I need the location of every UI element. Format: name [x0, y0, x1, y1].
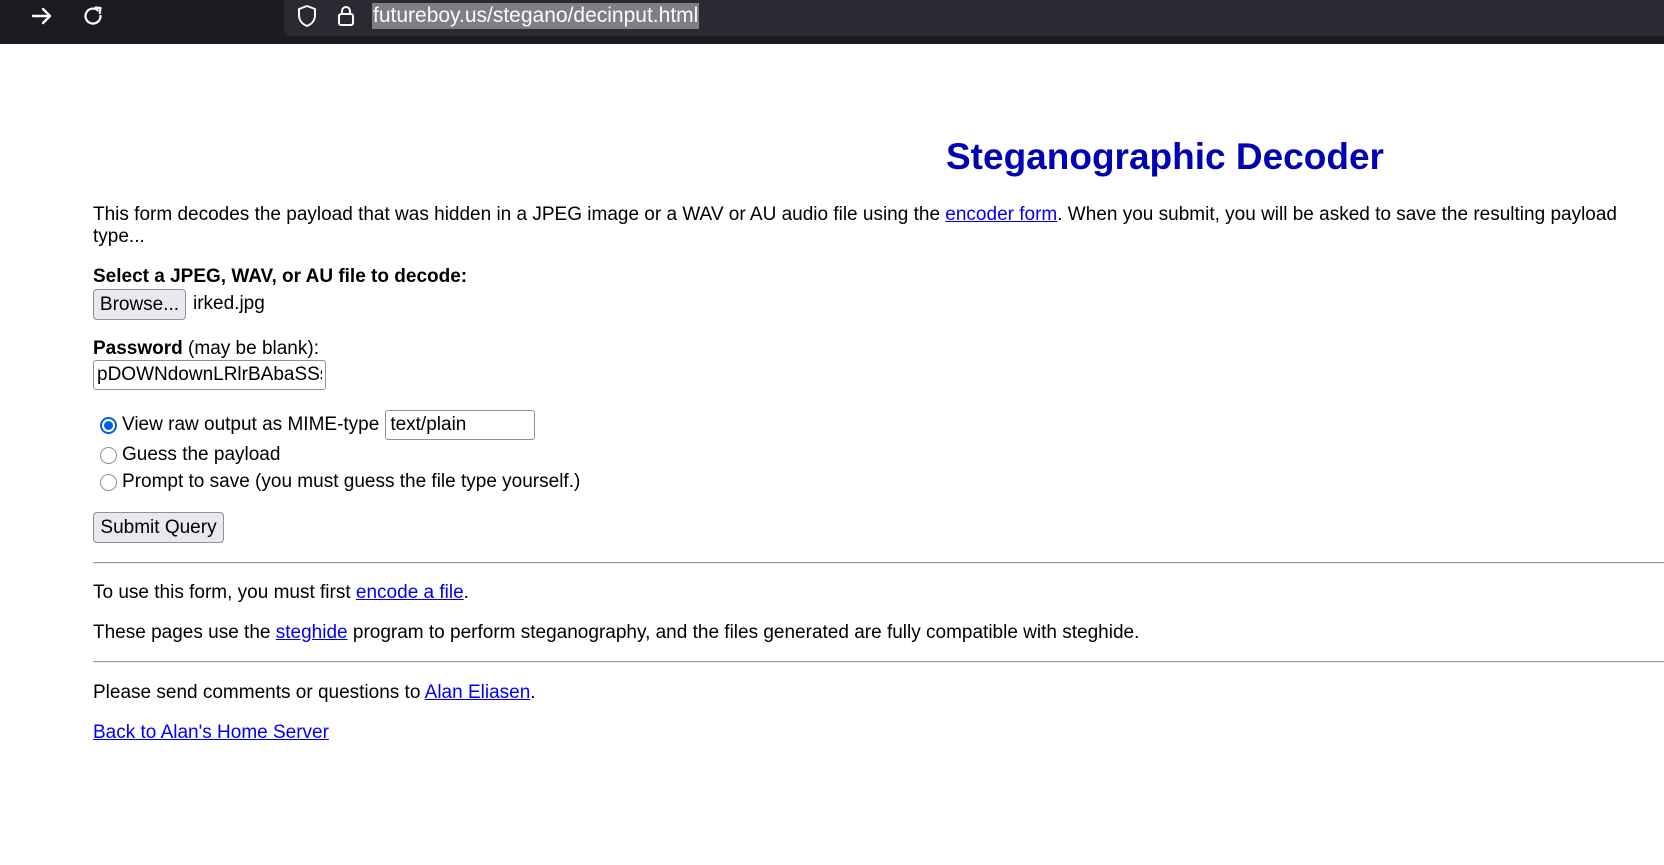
browse-button[interactable]: Browse... — [93, 289, 186, 320]
site-security-button[interactable] — [333, 2, 359, 30]
tracking-protection-button[interactable] — [294, 2, 320, 30]
submit-query-button[interactable]: Submit Query — [93, 512, 224, 543]
radio-prompt-save[interactable] — [100, 473, 117, 491]
contact-note-end: . — [530, 682, 536, 703]
intro-text-line2: type... — [93, 226, 145, 247]
encode-note-start: To use this form, you must first — [93, 582, 356, 603]
encode-note-end: . — [463, 582, 469, 603]
password-label: Password (may be blank): — [93, 338, 319, 360]
option-guess-payload: Guess the payload — [100, 444, 280, 466]
page-content: Steganographic Decoder This form decodes… — [0, 44, 1664, 865]
encoder-form-link[interactable]: encoder form — [945, 204, 1057, 225]
contact-note: Please send comments or questions to Ala… — [93, 682, 536, 704]
divider-top — [93, 562, 1664, 564]
page-title: Steganographic Decoder — [946, 136, 1384, 177]
home-server-link[interactable]: Back to Alan's Home Server — [93, 722, 329, 743]
radio-guess-payload[interactable] — [100, 446, 117, 464]
password-label-rest: (may be blank): — [182, 338, 319, 359]
radio-guess-payload-label: Guess the payload — [122, 444, 281, 465]
password-input[interactable] — [93, 360, 326, 390]
forward-button[interactable] — [22, 0, 62, 32]
radio-raw-output[interactable] — [100, 416, 117, 434]
intro-text-start: This form decodes the payload that was h… — [93, 204, 946, 225]
intro-paragraph: This form decodes the payload that was h… — [93, 204, 1653, 248]
encode-note: To use this form, you must first encode … — [93, 582, 469, 604]
steghide-link[interactable]: steghide — [276, 622, 348, 643]
option-prompt-save: Prompt to save (you must guess the file … — [100, 471, 580, 493]
shield-icon — [298, 5, 316, 27]
reload-icon — [84, 6, 102, 25]
mime-type-input[interactable] — [385, 410, 536, 440]
steghide-note-start: These pages use the — [93, 622, 276, 643]
intro-text-end: . When you submit, you will be asked to … — [1057, 204, 1617, 225]
file-select-label: Select a JPEG, WAV, or AU file to decode… — [93, 266, 468, 287]
reload-button[interactable] — [73, 0, 113, 32]
encode-file-link[interactable]: encode a file — [356, 582, 464, 603]
browser-toolbar: futureboy.us/stegano/decinput.html — [0, 0, 1664, 44]
url-bar[interactable]: futureboy.us/stegano/decinput.html — [284, 0, 1664, 36]
steghide-note-end: program to perform steganography, and th… — [347, 622, 1140, 643]
selected-file-name: irked.jpg — [193, 293, 265, 314]
forward-arrow-icon — [31, 7, 52, 25]
url-text[interactable]: futureboy.us/stegano/decinput.html — [372, 3, 700, 29]
password-label-strong: Password — [93, 338, 183, 359]
radio-prompt-save-label: Prompt to save (you must guess the file … — [122, 471, 581, 492]
steghide-note: These pages use the steghide program to … — [93, 622, 1139, 644]
lock-icon — [338, 6, 354, 26]
alan-eliasen-link[interactable]: Alan Eliasen — [425, 682, 531, 703]
radio-raw-output-label: View raw output as MIME-type — [122, 414, 380, 435]
contact-note-start: Please send comments or questions to — [93, 682, 425, 703]
divider-bottom — [93, 661, 1664, 663]
option-raw-output: View raw output as MIME-type — [100, 410, 536, 440]
back-link-paragraph: Back to Alan's Home Server — [93, 722, 329, 744]
